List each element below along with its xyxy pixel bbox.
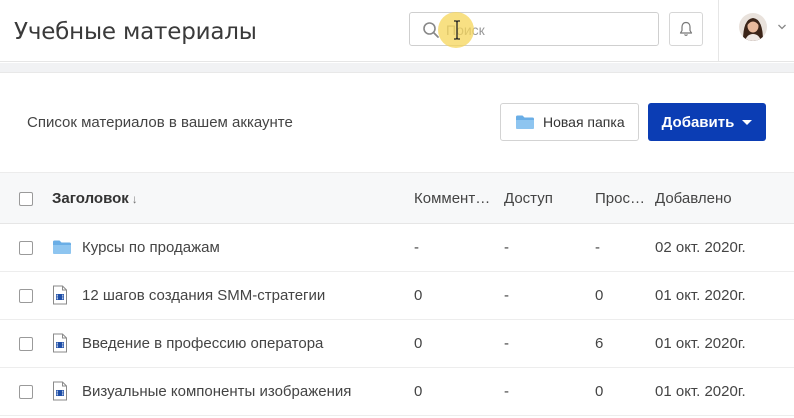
video-file-icon — [53, 285, 67, 305]
row-comments: 0 — [414, 383, 423, 400]
select-all-checkbox[interactable] — [19, 192, 33, 206]
add-button[interactable]: Добавить — [648, 103, 766, 141]
header-divider — [718, 0, 719, 62]
row-views: 0 — [595, 287, 604, 304]
row-checkbox[interactable] — [19, 385, 33, 399]
row-access: - — [504, 335, 509, 352]
row-views: 6 — [595, 335, 604, 352]
row-title[interactable]: Визуальные компоненты изображения — [82, 383, 402, 400]
materials-subtitle: Список материалов в вашем аккаунте — [27, 114, 293, 131]
search-box[interactable] — [409, 12, 659, 46]
row-added: 02 окт. 2020г. — [655, 239, 746, 256]
subheader-band — [0, 63, 794, 73]
column-header-views[interactable]: Прос… — [595, 190, 647, 207]
column-header-added[interactable]: Добавлено — [655, 190, 785, 207]
folder-icon — [516, 115, 534, 129]
add-label: Добавить — [661, 113, 735, 131]
row-comments: - — [414, 239, 419, 256]
table-header: Заголовок ↓ Коммент… Доступ Прос… Добавле… — [0, 172, 794, 224]
video-file-icon — [53, 333, 67, 353]
row-title[interactable]: 12 шагов создания SMM-стратегии — [82, 287, 402, 304]
table-row[interactable]: Визуальные компоненты изображения 0 - 0 … — [0, 368, 794, 416]
row-title[interactable]: Курсы по продажам — [82, 239, 402, 256]
caret-down-icon — [742, 119, 753, 125]
new-folder-label: Новая папка — [543, 114, 625, 130]
sort-down-icon: ↓ — [131, 192, 138, 206]
table-row[interactable]: Курсы по продажам - - - 02 окт. 2020г. — [0, 224, 794, 272]
table-row[interactable]: Введение в профессию оператора 0 - 6 01 … — [0, 320, 794, 368]
column-header-access[interactable]: Доступ — [504, 190, 584, 207]
row-added: 01 окт. 2020г. — [655, 335, 746, 352]
table-row[interactable]: 12 шагов создания SMM-стратегии 0 - 0 01… — [0, 272, 794, 320]
avatar[interactable] — [739, 13, 767, 41]
row-checkbox[interactable] — [19, 241, 33, 255]
row-checkbox[interactable] — [19, 289, 33, 303]
row-comments: 0 — [414, 287, 423, 304]
notifications-button[interactable] — [669, 12, 703, 46]
row-added: 01 окт. 2020г. — [655, 383, 746, 400]
row-checkbox[interactable] — [19, 337, 33, 351]
search-icon — [423, 22, 439, 38]
row-access: - — [504, 239, 509, 256]
column-header-comments[interactable]: Коммент… — [414, 190, 494, 207]
row-views: - — [595, 239, 600, 256]
app-header: Учебные материалы — [0, 0, 794, 62]
bell-icon — [679, 21, 693, 36]
row-access: - — [504, 287, 509, 304]
column-header-title[interactable]: Заголовок ↓ — [52, 190, 352, 207]
row-added: 01 окт. 2020г. — [655, 287, 746, 304]
row-title[interactable]: Введение в профессию оператора — [82, 335, 402, 352]
folder-icon — [53, 240, 71, 254]
page-title: Учебные материалы — [14, 19, 257, 45]
row-views: 0 — [595, 383, 604, 400]
new-folder-button[interactable]: Новая папка — [500, 103, 639, 141]
row-access: - — [504, 383, 509, 400]
video-file-icon — [53, 381, 67, 401]
chevron-down-icon[interactable] — [777, 23, 787, 31]
row-comments: 0 — [414, 335, 423, 352]
search-input[interactable] — [446, 19, 646, 41]
